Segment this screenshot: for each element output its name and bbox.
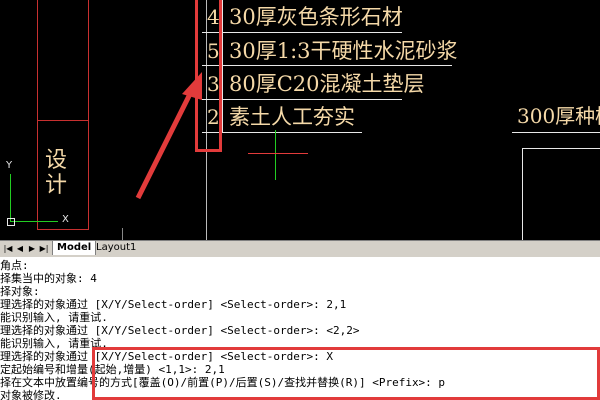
right-label: 300厚种植: [517, 104, 600, 128]
row-divider-3: [202, 99, 402, 100]
command-highlight-box: [92, 347, 600, 400]
tab-model[interactable]: Model: [52, 241, 97, 255]
crosshair-cursor: [248, 130, 308, 180]
red-arrow-icon: [135, 72, 202, 200]
ucs-y-label: Y: [6, 160, 13, 171]
drawing-canvas[interactable]: 设计 Y X 4 30厚灰色条形石材 5 30厚1:3干硬性水泥砂浆 3 80厚…: [0, 0, 600, 240]
ucs-x-label: X: [62, 214, 69, 225]
tab-layout1[interactable]: Layout1: [92, 241, 140, 255]
row-divider-1: [202, 32, 402, 33]
layer-text: 30厚1:3干硬性水泥砂浆: [229, 39, 458, 63]
number-column-divider: [222, 0, 223, 132]
layout-tab-bar: |◀ ◀ ▶ ▶| Model Layout1: [0, 240, 600, 258]
command-line: 角点:: [0, 259, 29, 272]
red-frame-line-right: [88, 0, 89, 230]
ucs-icon: Y X: [4, 160, 69, 230]
layer-text: 素土人工夯实: [229, 105, 355, 129]
red-frame-top: [37, 120, 89, 121]
layer-text: 80厚C20混凝土垫层: [229, 72, 425, 96]
command-history[interactable]: 角点: 择集当中的对象: 4 择对象: 理选择的对象通过 [X/Y/Select…: [0, 257, 600, 400]
layer-text: 30厚灰色条形石材: [229, 5, 403, 29]
command-line: 对象被修改.: [0, 389, 62, 400]
command-line: 能识别输入, 请重试.: [0, 311, 108, 324]
row-divider-2: [202, 65, 452, 66]
tab-nav-first-button[interactable]: |◀: [2, 242, 14, 255]
right-box: [522, 148, 600, 240]
tab-nav-prev-button[interactable]: ◀: [14, 242, 26, 255]
command-line: 择对象:: [0, 285, 40, 298]
tab-nav-next-button[interactable]: ▶: [26, 242, 38, 255]
tab-nav-last-button[interactable]: ▶|: [38, 242, 50, 255]
command-line: 理选择的对象通过 [X/Y/Select-order] <Select-orde…: [0, 298, 347, 311]
small-mark: [122, 228, 123, 240]
command-line: 择集当中的对象: 4: [0, 272, 97, 285]
command-line: 理选择的对象通过 [X/Y/Select-order] <Select-orde…: [0, 324, 360, 337]
right-label-underline: [512, 132, 600, 133]
